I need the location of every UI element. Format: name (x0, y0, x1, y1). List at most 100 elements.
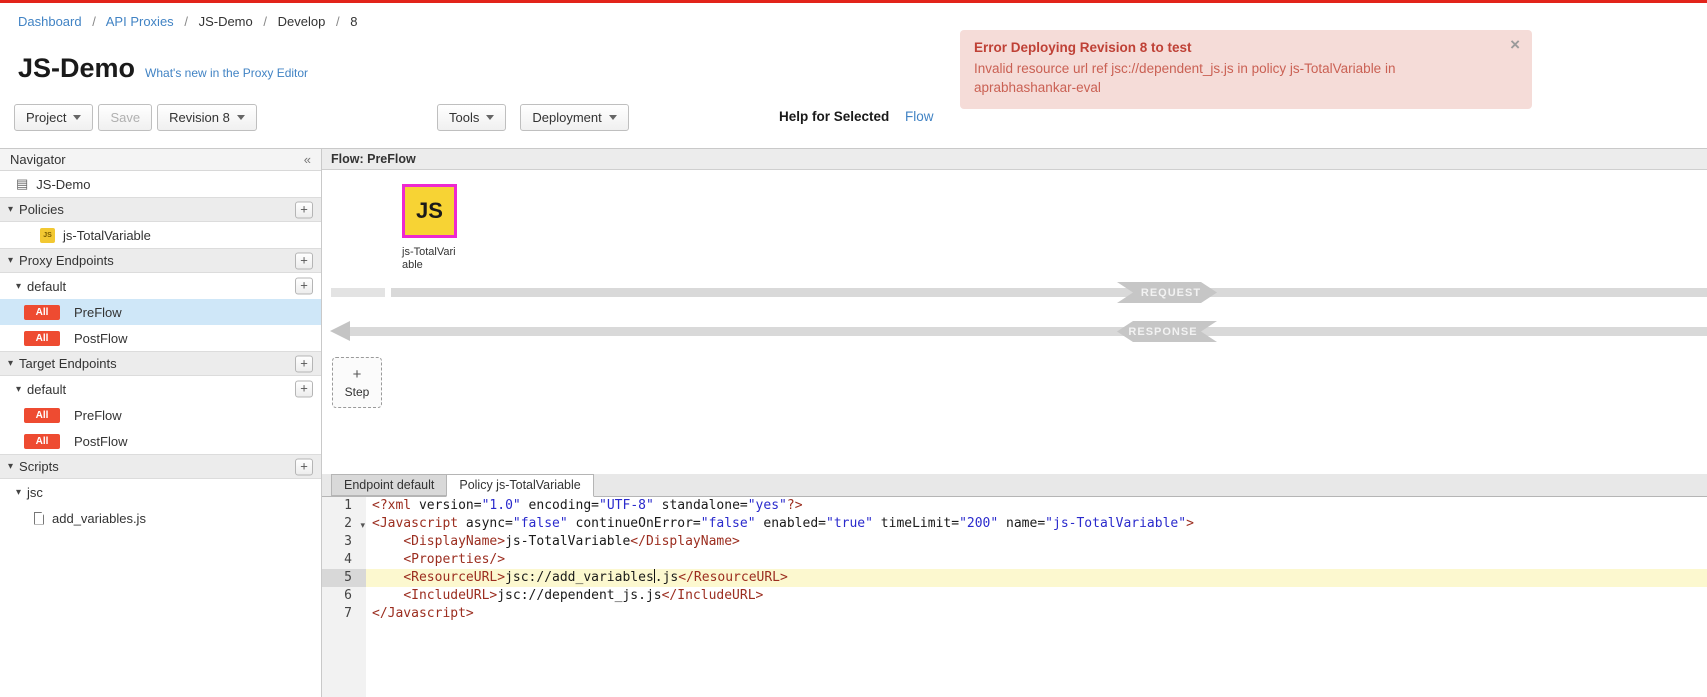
code-text: <Javascript async="false" continueOnErro… (366, 515, 1707, 533)
code-line[interactable]: 1<?xml version="1.0" encoding="UTF-8" st… (322, 497, 1707, 515)
nav-section-label: Proxy Endpoints (19, 253, 114, 268)
deployment-button[interactable]: Deployment (520, 104, 628, 131)
line-number: 1 (322, 497, 366, 515)
nav-item-proxy-postflow[interactable]: All PostFlow (0, 325, 321, 351)
code-text: <DisplayName>js-TotalVariable</DisplayNa… (366, 533, 1707, 551)
flow-canvas: JS js-TotalVariable REQUEST RESPONSE + S… (322, 170, 1707, 474)
nav-item-jsc-folder[interactable]: ▾ jsc (0, 479, 321, 505)
nav-item-target-preflow[interactable]: All PreFlow (0, 402, 321, 428)
center-button-group: Tools Deployment (437, 104, 629, 131)
add-policy-button[interactable]: + (295, 201, 313, 218)
nav-section-policies[interactable]: ▾ Policies + (0, 197, 321, 222)
tab-endpoint-default[interactable]: Endpoint default (331, 474, 447, 496)
nav-item-proxy-default[interactable]: ▾ default + (0, 273, 321, 299)
disclosure-icon[interactable]: ▾ (16, 281, 21, 292)
add-flow-button[interactable]: + (295, 278, 313, 295)
line-number: 3 (322, 533, 366, 551)
nav-item-target-default[interactable]: ▾ default + (0, 376, 321, 402)
code-text: </Javascript> (366, 605, 1707, 623)
disclosure-icon[interactable]: ▾ (8, 461, 13, 472)
code-editor[interactable]: 1<?xml version="1.0" encoding="UTF-8" st… (322, 497, 1707, 697)
collapse-icon[interactable]: « (304, 149, 311, 170)
close-icon[interactable]: × (1510, 36, 1520, 53)
nav-item-proxy-preflow[interactable]: All PreFlow (0, 299, 321, 325)
deployment-button-label: Deployment (532, 110, 601, 125)
nav-section-scripts[interactable]: ▾ Scripts + (0, 454, 321, 479)
proxy-icon: ▤ (16, 176, 28, 192)
tab-policy-js-totalvariable[interactable]: Policy js-TotalVariable (446, 474, 593, 497)
disclosure-icon[interactable]: ▾ (8, 255, 13, 266)
line-number: 5 (322, 569, 366, 587)
code-line[interactable]: 4 <Properties/> (322, 551, 1707, 569)
add-proxy-endpoint-button[interactable]: + (295, 252, 313, 269)
tools-button[interactable]: Tools (437, 104, 506, 131)
page-title: JS-Demo (18, 53, 135, 84)
save-button[interactable]: Save (98, 104, 152, 131)
code-text: <IncludeURL>jsc://dependent_js.js</Inclu… (366, 587, 1707, 605)
disclosure-icon[interactable]: ▾ (8, 358, 13, 369)
code-text: <Properties/> (366, 551, 1707, 569)
flow-header: Flow: PreFlow (322, 149, 1707, 170)
code-line[interactable]: 5 <ResourceURL>jsc://add_variables.js</R… (322, 569, 1707, 587)
code-text: <?xml version="1.0" encoding="UTF-8" sta… (366, 497, 1707, 515)
js-policy-name: js-TotalVariable (402, 246, 458, 272)
breadcrumb-dashboard[interactable]: Dashboard (18, 14, 82, 29)
navigator-header: Navigator « (0, 149, 321, 171)
step-button-label: Step (345, 385, 370, 399)
code-line[interactable]: 2▾<Javascript async="false" continueOnEr… (322, 515, 1707, 533)
nav-item-label: PostFlow (74, 434, 127, 449)
line-number: 6 (322, 587, 366, 605)
nav-item-label: JS-Demo (36, 177, 90, 192)
add-script-button[interactable]: + (295, 458, 313, 475)
navigator-title: Navigator (10, 152, 66, 167)
save-button-label: Save (110, 110, 140, 125)
request-flow-bar (391, 288, 1707, 297)
nav-item-proxy-root[interactable]: ▤ JS-Demo (0, 171, 321, 197)
disclosure-icon[interactable]: ▾ (8, 204, 13, 215)
plus-icon: + (353, 367, 362, 382)
line-number: 7 (322, 605, 366, 623)
breadcrumb-revision: 8 (350, 14, 357, 29)
disclosure-icon[interactable]: ▾ (16, 487, 21, 498)
project-button-label: Project (26, 110, 66, 125)
nav-item-label: jsc (27, 485, 43, 500)
nav-section-label: Scripts (19, 459, 59, 474)
breadcrumb: Dashboard / API Proxies / JS-Demo / Deve… (18, 14, 357, 29)
breadcrumb-api-proxies[interactable]: API Proxies (106, 14, 174, 29)
error-message: Invalid resource url ref jsc://dependent… (974, 59, 1498, 97)
breadcrumb-separator: / (92, 14, 96, 29)
revision-button[interactable]: Revision 8 (157, 104, 257, 131)
nav-section-proxy-endpoints[interactable]: ▾ Proxy Endpoints + (0, 248, 321, 273)
whats-new-link[interactable]: What's new in the Proxy Editor (145, 66, 308, 80)
js-policy-shape[interactable]: JS (402, 184, 457, 238)
flow-help-link[interactable]: Flow (905, 109, 934, 124)
add-step-button[interactable]: + Step (332, 357, 382, 408)
tools-button-label: Tools (449, 110, 479, 125)
add-target-endpoint-button[interactable]: + (295, 355, 313, 372)
disclosure-icon[interactable]: ▾ (16, 384, 21, 395)
code-line[interactable]: 7</Javascript> (322, 605, 1707, 623)
fold-icon[interactable]: ▾ (360, 516, 365, 534)
apigee-proxy-editor: Dashboard / API Proxies / JS-Demo / Deve… (0, 0, 1707, 697)
nav-item-label: PreFlow (74, 305, 122, 320)
code-line[interactable]: 6 <IncludeURL>jsc://dependent_js.js</Inc… (322, 587, 1707, 605)
top-accent-bar (0, 0, 1707, 3)
code-line[interactable]: 3 <DisplayName>js-TotalVariable</Display… (322, 533, 1707, 551)
nav-section-target-endpoints[interactable]: ▾ Target Endpoints + (0, 351, 321, 376)
all-badge: All (24, 331, 60, 346)
error-banner: Error Deploying Revision 8 to test Inval… (960, 30, 1532, 109)
line-number: 2▾ (322, 515, 366, 533)
add-flow-button[interactable]: + (295, 381, 313, 398)
nav-item-target-postflow[interactable]: All PostFlow (0, 428, 321, 454)
revision-button-label: Revision 8 (169, 110, 230, 125)
js-policy-icon: JS (40, 228, 55, 243)
breadcrumb-develop: Develop (278, 14, 326, 29)
nav-item-add-variables-js[interactable]: add_variables.js (0, 505, 321, 531)
nav-item-policy-js-totalvariable[interactable]: JS js-TotalVariable (0, 222, 321, 248)
nav-item-label: PostFlow (74, 331, 127, 346)
nav-section-label: Policies (19, 202, 64, 217)
breadcrumb-separator: / (336, 14, 340, 29)
breadcrumb-separator: / (263, 14, 267, 29)
project-button[interactable]: Project (14, 104, 93, 131)
chevron-down-icon (237, 115, 245, 120)
